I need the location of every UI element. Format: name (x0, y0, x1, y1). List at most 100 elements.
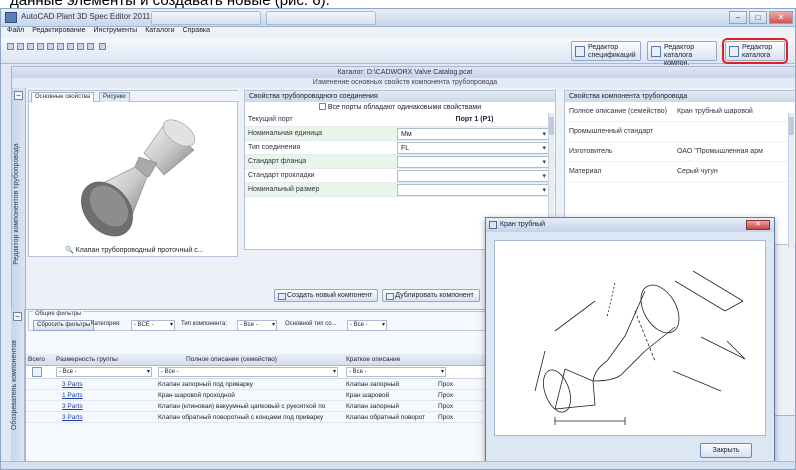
components-table: Всего Размерность группы Полное описание… (26, 354, 506, 423)
save-all-icon[interactable] (37, 43, 44, 50)
status-bar (1, 461, 795, 469)
filter-group-label: Общие фильтры (33, 311, 84, 317)
description-filter[interactable]: - Все - (158, 367, 338, 377)
dialog-close-button[interactable]: ✕ (746, 220, 770, 230)
catalog-editor-button[interactable]: Редактор каталога (722, 38, 788, 64)
flange-standard-field[interactable] (397, 156, 549, 169)
table-row[interactable]: 1 Parts Кран шаровой проходной Кран шаро… (26, 390, 506, 401)
save-icon[interactable] (27, 43, 34, 50)
title-bar: AutoCAD Plant 3D Spec Editor 2011 – □ ✕ (1, 9, 795, 27)
material-field[interactable]: Серый чугун (677, 162, 787, 182)
filter-group: Общие фильтры Сбросить фильтры Категория… (28, 311, 504, 331)
table-row[interactable]: 3 Parts Клапан (клиновая) вакуумный цапк… (26, 401, 506, 412)
menu-edit[interactable]: Редактирование (32, 27, 85, 38)
new-icon[interactable] (7, 43, 14, 50)
props-title: Свойства трубопроводного соединения (245, 91, 555, 102)
dialog-close-action-button[interactable]: Закрыть (700, 443, 752, 458)
menu-tools[interactable]: Инструменты (94, 27, 138, 38)
gasket-standard-field[interactable] (397, 170, 549, 183)
nominal-unit-dropdown[interactable]: Мм (397, 128, 549, 141)
catalog-icon (729, 46, 739, 57)
valve-3d-image (81, 119, 196, 237)
duplicate-component-button[interactable]: Дублировать компонент (382, 289, 480, 302)
comp-props-title: Свойства компонента трубопровода (565, 91, 795, 102)
comp-prop-row: Материал Серый чугун (565, 162, 795, 182)
redo-icon[interactable] (87, 43, 94, 50)
browser-side-strip: − Обозреватель компонентов (11, 309, 25, 469)
collapse-icon[interactable]: − (14, 91, 23, 100)
table-row[interactable]: 3 Parts Клапан запорный под приварку Кла… (26, 379, 506, 390)
panel-subtitle: Изменение основных свойств компонента тр… (12, 78, 795, 88)
browser-side-label: Обозреватель компонентов (11, 340, 18, 431)
tab-main-properties[interactable]: Основные свойства (31, 92, 95, 102)
create-component-button[interactable]: Создать новый компонент (274, 289, 379, 302)
menu-catalogs[interactable]: Каталоги (145, 27, 174, 38)
maximize-button[interactable]: □ (749, 11, 767, 24)
window-title: AutoCAD Plant 3D Spec Editor 2011 (21, 12, 151, 21)
open-icon[interactable] (17, 43, 24, 50)
minimize-button[interactable]: – (729, 11, 747, 24)
current-port-value[interactable]: Порт 1 (P1) (397, 114, 549, 126)
menu-bar: Файл Редактирование Инструменты Каталоги… (1, 27, 795, 38)
full-description-field[interactable]: Кран трубный шаровой (677, 102, 787, 122)
filter-icon[interactable] (32, 367, 42, 377)
prop-row: Тип соединения FL (245, 141, 555, 155)
dialog-title-bar[interactable]: Кран трубный ✕ (486, 218, 774, 232)
comp-prop-row: Полное описание (семейство) Кран трубный… (565, 102, 795, 122)
component-type-dropdown[interactable]: - Все - (237, 320, 277, 331)
dialog-icon (489, 221, 497, 229)
print-icon[interactable] (99, 43, 106, 50)
app-icon (5, 12, 17, 23)
connection-type-dropdown[interactable]: FL (397, 142, 549, 155)
filters: Общие фильтры Сбросить фильтры Категория… (26, 310, 506, 332)
component-catalog-editor-button[interactable]: Редактор каталога компон. (647, 41, 717, 67)
menu-help[interactable]: Справка (183, 27, 210, 38)
close-button[interactable]: ✕ (769, 11, 793, 24)
title-tab-2[interactable] (266, 11, 376, 25)
editor-side-label: Редактор компонентов трубопровода (13, 143, 20, 265)
title-tab-1[interactable] (151, 11, 261, 25)
paste-icon[interactable] (67, 43, 74, 50)
component-image-pane: Основные свойства Рисунки 🔍 Клапан трубо (28, 90, 239, 257)
prop-row: Текущий порт Порт 1 (P1) (245, 113, 555, 127)
same-props-checkbox[interactable] (318, 103, 326, 110)
valve-dimension-drawing (534, 270, 746, 425)
size-filter[interactable]: - Все - (56, 367, 152, 377)
nominal-size-field[interactable] (397, 184, 549, 197)
dialog-title: Кран трубный (500, 221, 546, 228)
undo-icon[interactable] (77, 43, 84, 50)
search-icon: 🔍 (65, 247, 74, 254)
comp-prop-row: Изготовитель ОАО "Промышленная арм (565, 142, 795, 162)
menu-file[interactable]: Файл (7, 27, 24, 38)
document-caption: данные элементы и создавать новые (рис. … (0, 0, 796, 8)
table-filter-row: - Все - - Все - - Все - (26, 366, 506, 379)
image-tabs: Основные свойства Рисунки (29, 91, 239, 102)
catalog-editor-icon (651, 46, 661, 57)
spec-editor-button[interactable]: Редактор спецификаций (571, 41, 641, 61)
component-action-buttons: Создать новый компонент Дублировать комп… (274, 289, 480, 302)
prop-row: Стандарт фланца (245, 155, 555, 169)
connection-type-filter[interactable]: - Все - (347, 320, 387, 331)
application-window: AutoCAD Plant 3D Spec Editor 2011 – □ ✕ … (0, 8, 796, 470)
prop-row: Номинальный размер (245, 183, 555, 197)
catalog-path-title: Каталог: D:\CADWORX Valve Catalog.pcat (12, 67, 795, 78)
comp-scrollbar[interactable] (788, 113, 794, 248)
manufacturer-field[interactable]: ОАО "Промышленная арм (677, 142, 787, 162)
category-dropdown[interactable]: - ВСЕ - (131, 320, 175, 331)
drawing-dialog: Кран трубный ✕ Закрыть (485, 217, 775, 469)
prop-row: Стандарт прокладки (245, 169, 555, 183)
copy-icon[interactable] (57, 43, 64, 50)
component-browser: Общие фильтры Сбросить фильтры Категория… (25, 309, 506, 469)
table-row[interactable]: 3 Parts Клапан обратный поворотный с кон… (26, 412, 506, 423)
short-description-filter[interactable]: - Все - (346, 367, 446, 377)
tab-images[interactable]: Рисунки (99, 92, 130, 102)
prop-row: Номинальная единица Мм (245, 127, 555, 141)
image-caption: 🔍 Клапан трубопроводный проточный с... (65, 247, 204, 254)
table-header: Всего Размерность группы Полное описание… (26, 354, 506, 366)
same-props-checkbox-row[interactable]: Все порты обладают одинаковыми свойствам… (245, 102, 555, 113)
comp-prop-row: Промышленный стандарт (565, 122, 795, 142)
collapse-browser-icon[interactable]: − (13, 312, 22, 321)
toolbar: Редактор спецификаций Редактор каталога … (1, 38, 795, 67)
cut-icon[interactable] (47, 43, 54, 50)
reset-filters-button[interactable]: Сбросить фильтры (33, 320, 95, 331)
